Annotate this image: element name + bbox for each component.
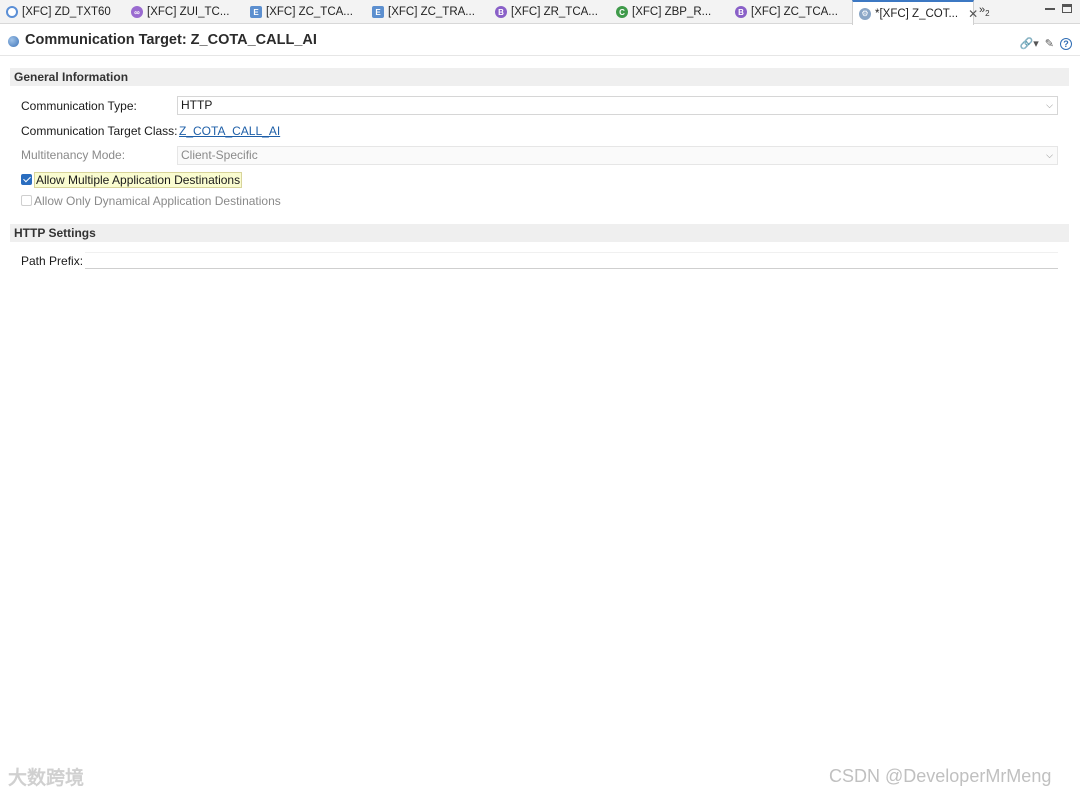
tab-label: [XFC] ZBP_R... xyxy=(632,6,712,18)
target-class-label: Communication Target Class: xyxy=(21,124,178,138)
chevron-down-icon: ⌵ xyxy=(1046,100,1053,110)
editor-tab-bar: [XFC] ZD_TXT60 ∞ [XFC] ZUI_TC... E [XFC]… xyxy=(0,0,1080,25)
tab-label: *[XFC] Z_COT... xyxy=(875,7,959,20)
link-icon: ∞ xyxy=(131,6,143,18)
tab-overflow-button[interactable]: »2 xyxy=(979,4,990,18)
behavior-icon: B xyxy=(735,6,747,18)
tab-label: [XFC] ZC_TCA... xyxy=(751,6,838,18)
tab-zc-tra[interactable]: E [XFC] ZC_TRA... xyxy=(366,0,488,24)
communication-type-label: Communication Type: xyxy=(21,99,137,113)
editor-header: Communication Target: Z_COTA_CALL_AI 🔗▾ … xyxy=(0,26,1080,56)
header-toolbar: 🔗▾ ✎ ? xyxy=(1020,37,1072,50)
behavior-icon: B xyxy=(495,6,507,18)
tab-label: [XFC] ZUI_TC... xyxy=(147,6,230,18)
tab-label: [XFC] ZD_TXT60 xyxy=(22,6,111,18)
tab-zc-tca-2[interactable]: B [XFC] ZC_TCA... xyxy=(729,0,851,24)
tab-zr-tca[interactable]: B [XFC] ZR_TCA... xyxy=(489,0,609,24)
multitenancy-label: Multitenancy Mode: xyxy=(21,148,126,162)
minimize-button[interactable] xyxy=(1045,4,1055,10)
allow-dynamic-destinations-checkbox xyxy=(21,195,32,206)
tab-label: [XFC] ZC_TRA... xyxy=(388,6,475,18)
entity-icon: E xyxy=(372,6,384,18)
multitenancy-value: Client-Specific xyxy=(181,148,258,162)
tab-zc-tca-1[interactable]: E [XFC] ZC_TCA... xyxy=(244,0,364,24)
watermark-right: CSDN @DeveloperMrMeng xyxy=(829,766,1052,786)
section-http-settings[interactable]: HTTP Settings xyxy=(10,224,1069,242)
class-icon: C xyxy=(616,6,628,18)
tab-z-cot-active[interactable]: ⚙ *[XFC] Z_COT... ✕ xyxy=(852,0,978,25)
tab-zd-txt60[interactable]: [XFC] ZD_TXT60 xyxy=(0,0,124,24)
share-link-icon[interactable]: 🔗▾ xyxy=(1020,37,1039,50)
multitenancy-dropdown: Client-Specific ⌵ xyxy=(177,146,1058,165)
tab-zbp-r[interactable]: C [XFC] ZBP_R... xyxy=(610,0,728,24)
watermark-left: 大数跨境 xyxy=(8,768,85,789)
communication-type-dropdown[interactable]: HTTP ⌵ xyxy=(177,96,1058,115)
allow-multiple-destinations-checkbox[interactable] xyxy=(21,174,32,185)
entity-icon: E xyxy=(250,6,262,18)
target-class-link[interactable]: Z_COTA_CALL_AI xyxy=(179,124,280,138)
help-icon[interactable]: ? xyxy=(1060,37,1072,50)
maximize-button[interactable] xyxy=(1062,4,1072,13)
close-icon[interactable]: ✕ xyxy=(968,7,978,21)
tab-zui-tc[interactable]: ∞ [XFC] ZUI_TC... xyxy=(125,0,243,24)
page-title: Communication Target: Z_COTA_CALL_AI xyxy=(25,32,317,48)
overflow-count: 2 xyxy=(985,9,990,19)
communication-type-value: HTTP xyxy=(181,98,213,112)
edit-pencil-icon[interactable]: ✎ xyxy=(1045,37,1054,50)
section-general-information[interactable]: General Information xyxy=(10,68,1069,86)
allow-dynamic-destinations-label: Allow Only Dynamical Application Destina… xyxy=(34,194,281,208)
tab-label: [XFC] ZR_TCA... xyxy=(511,6,598,18)
communication-target-icon xyxy=(8,36,19,47)
path-prefix-label: Path Prefix: xyxy=(21,254,84,268)
tab-label: [XFC] ZC_TCA... xyxy=(266,6,353,18)
gear-icon: ⚙ xyxy=(859,7,871,20)
path-prefix-input[interactable] xyxy=(85,252,1058,269)
allow-multiple-destinations-label[interactable]: Allow Multiple Application Destinations xyxy=(34,172,243,188)
chevron-down-icon: ⌵ xyxy=(1046,150,1053,160)
circle-icon xyxy=(6,6,18,18)
